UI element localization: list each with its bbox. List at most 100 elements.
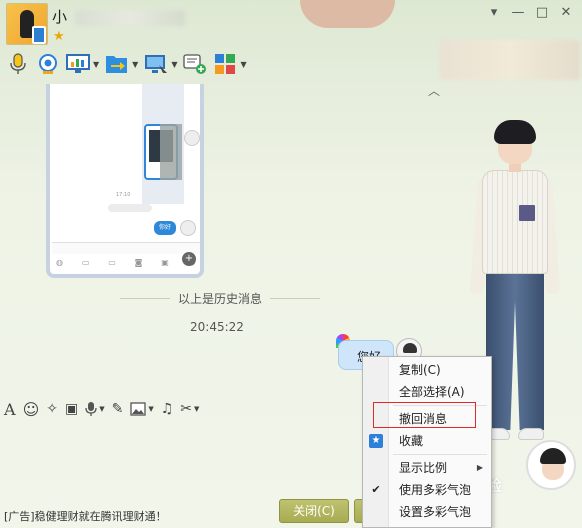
ad-link[interactable]: [广告]稳健理财就在腾讯理财通！ (4, 508, 167, 524)
menu-item-label: 设置多彩气泡 (399, 505, 472, 519)
menu-item-label: 收藏 (399, 434, 424, 448)
file-transfer-icon (105, 52, 129, 76)
shirt-pocket (519, 205, 535, 221)
star-icon: ★ (53, 29, 65, 44)
contact-name-text: 小 (52, 8, 68, 26)
favorite-star-icon: ★ (369, 434, 383, 448)
window-controls: ▾ — □ ✕ (484, 2, 576, 22)
menu-dropdown-button[interactable]: ▾ (484, 2, 504, 22)
video-clip-button[interactable]: ▣ (65, 401, 78, 417)
close-window-button[interactable]: ✕ (556, 2, 576, 22)
magic-emoji-button[interactable]: ✧ (46, 401, 58, 417)
chevron-down-icon: ▼ (93, 59, 100, 69)
screenshot-avatar (180, 220, 196, 236)
shared-screenshot-image[interactable]: 17:10 你好 ◍ ▭ ▭ ◙ ▣ ☺ + (46, 84, 204, 278)
file-transfer-button[interactable]: ▼ (105, 50, 138, 78)
screenshot-grey-block (160, 124, 182, 180)
music-button[interactable]: ♫ (161, 401, 174, 417)
avatar-hair (540, 448, 566, 464)
history-divider-text: 以上是历史消息 (178, 292, 263, 306)
character-shoe (518, 428, 544, 440)
video-call-button[interactable] (36, 50, 60, 78)
character-hair (494, 120, 536, 144)
screenshot-notice (108, 204, 152, 212)
image-icon: ▭ (81, 258, 90, 267)
create-chat-icon (183, 52, 207, 76)
menu-item-set-colorful-bubble[interactable]: 设置多彩气泡 (363, 501, 491, 523)
redacted-name (75, 9, 186, 26)
divider-rule (120, 298, 170, 299)
send-image-button[interactable]: ▼ (130, 402, 154, 416)
message-area[interactable]: 17:10 你好 ◍ ▭ ▭ ◙ ▣ ☺ + 以上是历史消息 20:45:22 … (0, 84, 440, 396)
contact-avatar[interactable] (6, 3, 48, 45)
blurred-banner (440, 40, 580, 80)
voice-message-icon (85, 402, 97, 416)
image-icon (130, 402, 146, 416)
minimize-button[interactable]: — (508, 2, 528, 22)
font-icon: A (4, 399, 16, 419)
menu-separator (393, 454, 487, 455)
chevron-down-icon: ▼ (240, 59, 247, 69)
menu-item-copy[interactable]: 复制(C) (363, 359, 491, 381)
screenshot-avatar (184, 130, 200, 146)
chevron-down-icon: ▼ (194, 405, 200, 413)
maximize-button[interactable]: □ (532, 2, 552, 22)
screen-share-button[interactable]: ▼ (66, 50, 99, 78)
screenshot-time: 17:10 (116, 192, 131, 198)
photo-icon: ▭ (108, 258, 116, 267)
webcam-icon (36, 52, 60, 76)
menu-item-label: 使用多彩气泡 (399, 483, 472, 497)
character-shirt (482, 170, 548, 274)
camera-icon: ◙ (134, 258, 143, 267)
chat-window: ︿ 小 ★ ▾ — □ ✕ ▼ ▼ ▼ ▼ 17:10 你好 ◍ ▭ ▭ ◙ ▣… (0, 0, 582, 528)
title-bar: 小 ★ ▾ — □ ✕ (0, 0, 582, 46)
remote-desktop-icon (144, 52, 168, 76)
screen-share-icon (66, 52, 90, 76)
screenshot-input (52, 242, 200, 254)
chevron-down-icon: ▼ (132, 59, 139, 69)
phone-status-icon (32, 26, 46, 44)
font-button[interactable]: A (4, 400, 16, 419)
chevron-right-icon: ▶ (476, 463, 483, 472)
chevron-down-icon: ▼ (171, 59, 178, 69)
voice-call-button[interactable] (6, 50, 30, 78)
menu-item-favorite[interactable]: ★ 收藏 (363, 430, 491, 452)
menu-item-zoom[interactable]: 显示比例 ▶ (363, 457, 491, 479)
chat-toolbar: ▼ ▼ ▼ ▼ (0, 48, 310, 80)
highlight-annotation (373, 402, 476, 428)
star-icon: ★ (369, 434, 383, 448)
close-button[interactable]: 关闭(C) (279, 499, 349, 523)
emoji-button[interactable]: ☺ (23, 400, 40, 419)
voice-message-button[interactable]: ▼ (85, 401, 105, 417)
contact-name[interactable]: 小 (52, 6, 186, 26)
menu-item-use-colorful-bubble[interactable]: ✔ 使用多彩气泡 (363, 479, 491, 501)
microphone-icon (6, 52, 30, 76)
history-divider: 以上是历史消息 (120, 290, 321, 307)
magic-wand-icon: ✧ (46, 401, 58, 417)
input-toolbar: A ☺ ✧ ▣ ▼ ✎ ▼ ♫ ✂ ▼ (4, 398, 304, 420)
edit-button[interactable]: ✎ (112, 401, 124, 417)
chevron-down-icon: ▼ (148, 405, 154, 413)
menu-item-label: 全部选择(A) (399, 385, 465, 399)
plus-icon: + (182, 252, 196, 266)
apps-button[interactable]: ▼ (213, 50, 247, 78)
apps-icon (213, 52, 237, 76)
menu-item-select-all[interactable]: 全部选择(A) (363, 381, 491, 403)
screenshot-bubble: 你好 (154, 221, 176, 235)
edit-icon: ✎ (111, 401, 124, 417)
scissors-icon: ✂ (180, 401, 193, 417)
remote-desktop-button[interactable]: ▼ (144, 50, 177, 78)
emoji-icon: ☺ (22, 399, 40, 419)
contact-show-avatar[interactable] (526, 440, 576, 490)
screenshot-button[interactable]: ✂ ▼ (180, 401, 199, 417)
divider-rule (270, 298, 321, 299)
footer-bar: [广告]稳健理财就在腾讯理财通！ 关闭(C) (0, 498, 582, 528)
character-jeans (486, 270, 544, 430)
create-group-chat-button[interactable] (183, 50, 207, 78)
menu-item-label: 显示比例 (399, 461, 448, 475)
mic-icon: ◍ (56, 258, 63, 267)
screenshot-icons: ◍ ▭ ▭ ◙ ▣ ☺ (56, 258, 196, 267)
check-icon: ✔ (371, 483, 381, 496)
video-clip-icon: ▣ (64, 401, 79, 417)
music-icon: ♫ (160, 401, 174, 417)
